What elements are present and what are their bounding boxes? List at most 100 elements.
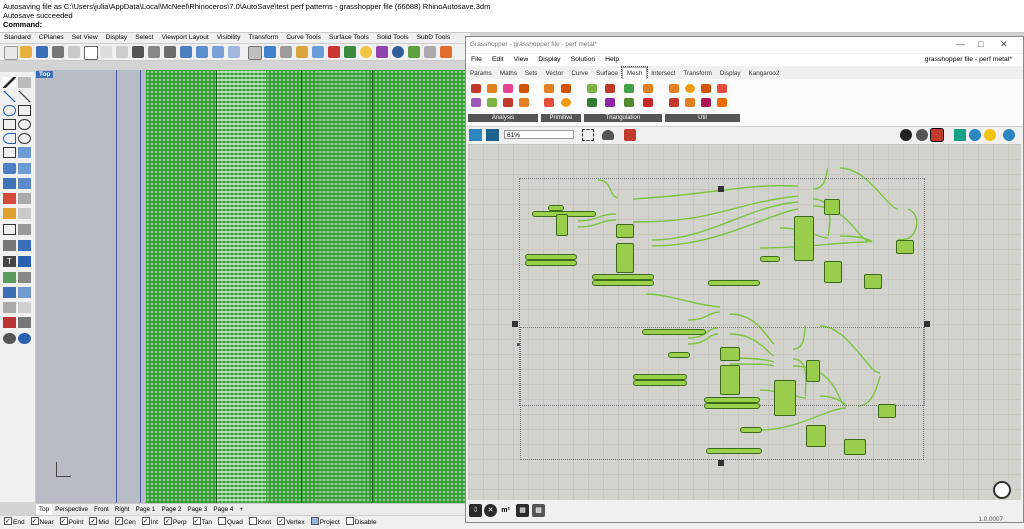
gh-canvas[interactable] — [468, 144, 1021, 500]
tab-surface-tools[interactable]: Surface Tools — [325, 33, 373, 43]
node-area[interactable] — [824, 199, 840, 215]
slider-count-y[interactable] — [592, 280, 654, 286]
panel-circle[interactable] — [760, 256, 780, 262]
node-array-2[interactable] — [774, 380, 796, 416]
tab-subd-tools[interactable]: SubD Tools — [413, 33, 455, 43]
menu-view[interactable]: View — [509, 54, 534, 66]
panel-small[interactable] — [548, 205, 564, 211]
osnap-vertex[interactable]: Vertex — [277, 515, 305, 529]
node-circle-out[interactable] — [896, 240, 914, 254]
node-rectangle-2[interactable] — [720, 365, 740, 395]
face-boundaries-icon[interactable] — [519, 84, 529, 93]
tab-vector[interactable]: Vector — [541, 68, 567, 79]
viewtab-page-2[interactable]: Page 2 — [158, 504, 184, 515]
occlusion-icon[interactable] — [643, 98, 653, 107]
tab-kangaroo2[interactable]: Kangaroo2 — [745, 68, 784, 79]
circle-icon[interactable] — [18, 119, 31, 130]
preview-shaded-icon[interactable] — [916, 129, 928, 141]
viewport-layout-icon[interactable] — [248, 46, 262, 60]
mesh-plane-icon[interactable] — [561, 84, 571, 93]
preview-wireframe-icon[interactable] — [900, 129, 912, 141]
trim-icon[interactable] — [3, 240, 16, 251]
extrude-icon[interactable] — [18, 178, 31, 189]
tab-transform[interactable]: Transform — [244, 33, 282, 43]
options-icon[interactable] — [424, 46, 436, 58]
weld-mesh-icon[interactable] — [701, 84, 711, 93]
sphere-tool-icon[interactable] — [18, 333, 31, 344]
flip-mesh-icon[interactable] — [685, 98, 695, 107]
osnap-cen[interactable]: Cen — [114, 515, 136, 529]
boolean-icon[interactable] — [3, 193, 16, 204]
viewtab-right[interactable]: Right — [112, 504, 133, 515]
history-icon[interactable] — [18, 317, 31, 328]
join-icon[interactable] — [18, 240, 31, 251]
node-circle-cnr[interactable] — [824, 261, 842, 283]
sphere-icon[interactable] — [392, 46, 404, 58]
substrate-icon[interactable] — [605, 98, 615, 107]
select-icon[interactable] — [3, 77, 16, 88]
mesh-quality-icon[interactable] — [969, 129, 981, 141]
tab-maths[interactable]: Maths — [496, 68, 521, 79]
proximity-icon[interactable] — [587, 98, 597, 107]
polyline-icon[interactable] — [3, 91, 16, 102]
zoom-extents-icon[interactable] — [212, 46, 224, 58]
move-icon[interactable] — [280, 46, 292, 58]
paste-icon[interactable] — [116, 46, 128, 58]
text-icon[interactable]: T — [3, 256, 16, 267]
deconstruct-mesh-icon[interactable] — [519, 98, 529, 107]
node-rectangle[interactable] — [616, 243, 634, 273]
render-icon[interactable] — [344, 46, 356, 58]
osnap-tan[interactable]: Tan — [192, 515, 212, 529]
mesh-sphere-icon[interactable] — [544, 98, 554, 107]
node-point[interactable] — [556, 214, 568, 236]
analyze-icon[interactable] — [3, 287, 16, 298]
group-handle-icon[interactable] — [924, 321, 930, 327]
slider-y-2[interactable] — [633, 380, 687, 386]
tab-solid-tools[interactable]: Solid Tools — [373, 33, 413, 43]
menu-file[interactable]: File — [466, 54, 487, 66]
layout-grid-icon[interactable]: ▩ — [532, 504, 545, 517]
polygon-icon[interactable] — [18, 105, 31, 116]
osnap-disable[interactable]: Disable — [345, 516, 376, 529]
viewtab-front[interactable]: Front — [91, 504, 112, 515]
tab-viewport-layout[interactable]: Viewport Layout — [158, 33, 213, 43]
mesh-spherex-icon[interactable] — [561, 98, 571, 107]
menu-display[interactable]: Display — [533, 54, 565, 66]
face-normals-icon[interactable] — [503, 84, 513, 93]
curve-icon[interactable] — [3, 105, 16, 116]
hide-icon[interactable] — [312, 46, 324, 58]
quadtree-icon[interactable] — [624, 98, 634, 107]
block-icon[interactable] — [18, 287, 31, 298]
node-circle[interactable] — [616, 224, 634, 238]
properties-icon[interactable] — [68, 46, 80, 58]
mesh-closest-icon[interactable] — [471, 98, 481, 107]
osnap-mid[interactable]: Mid — [89, 515, 109, 529]
tab-display[interactable]: Display — [716, 68, 745, 79]
line-icon[interactable] — [18, 91, 31, 102]
viewtab-page-3[interactable]: Page 3 — [184, 504, 210, 515]
slider-offset-2[interactable] — [706, 448, 762, 454]
mesh-shadow-icon[interactable] — [685, 84, 695, 93]
tab-curve-tools[interactable]: Curve Tools — [282, 33, 325, 43]
mesh-split-icon[interactable] — [669, 98, 679, 107]
group-handle-icon[interactable] — [718, 460, 724, 466]
preview-selected-icon[interactable] — [930, 128, 944, 142]
render-tools-icon[interactable] — [18, 208, 31, 219]
tab-intersect[interactable]: Intersect — [647, 68, 679, 79]
loft-icon[interactable] — [18, 163, 31, 174]
save-icon[interactable] — [36, 46, 48, 58]
arc-icon[interactable] — [3, 133, 16, 144]
rectangle-icon[interactable] — [3, 119, 16, 130]
light-icon[interactable] — [360, 46, 372, 58]
copy-icon[interactable] — [100, 46, 112, 58]
mesh-edges-icon[interactable] — [487, 84, 497, 93]
preview-eye-icon[interactable] — [602, 130, 614, 140]
osnap-point[interactable]: Point — [59, 515, 83, 529]
open-icon[interactable] — [20, 46, 32, 58]
save-file-icon[interactable] — [486, 129, 499, 141]
maximize-icon[interactable]: □ — [978, 39, 983, 49]
triangulate-icon[interactable] — [717, 98, 727, 107]
tab-sets[interactable]: Sets — [521, 68, 542, 79]
surface-icon[interactable] — [3, 163, 16, 174]
node-circle-2[interactable] — [720, 347, 740, 361]
